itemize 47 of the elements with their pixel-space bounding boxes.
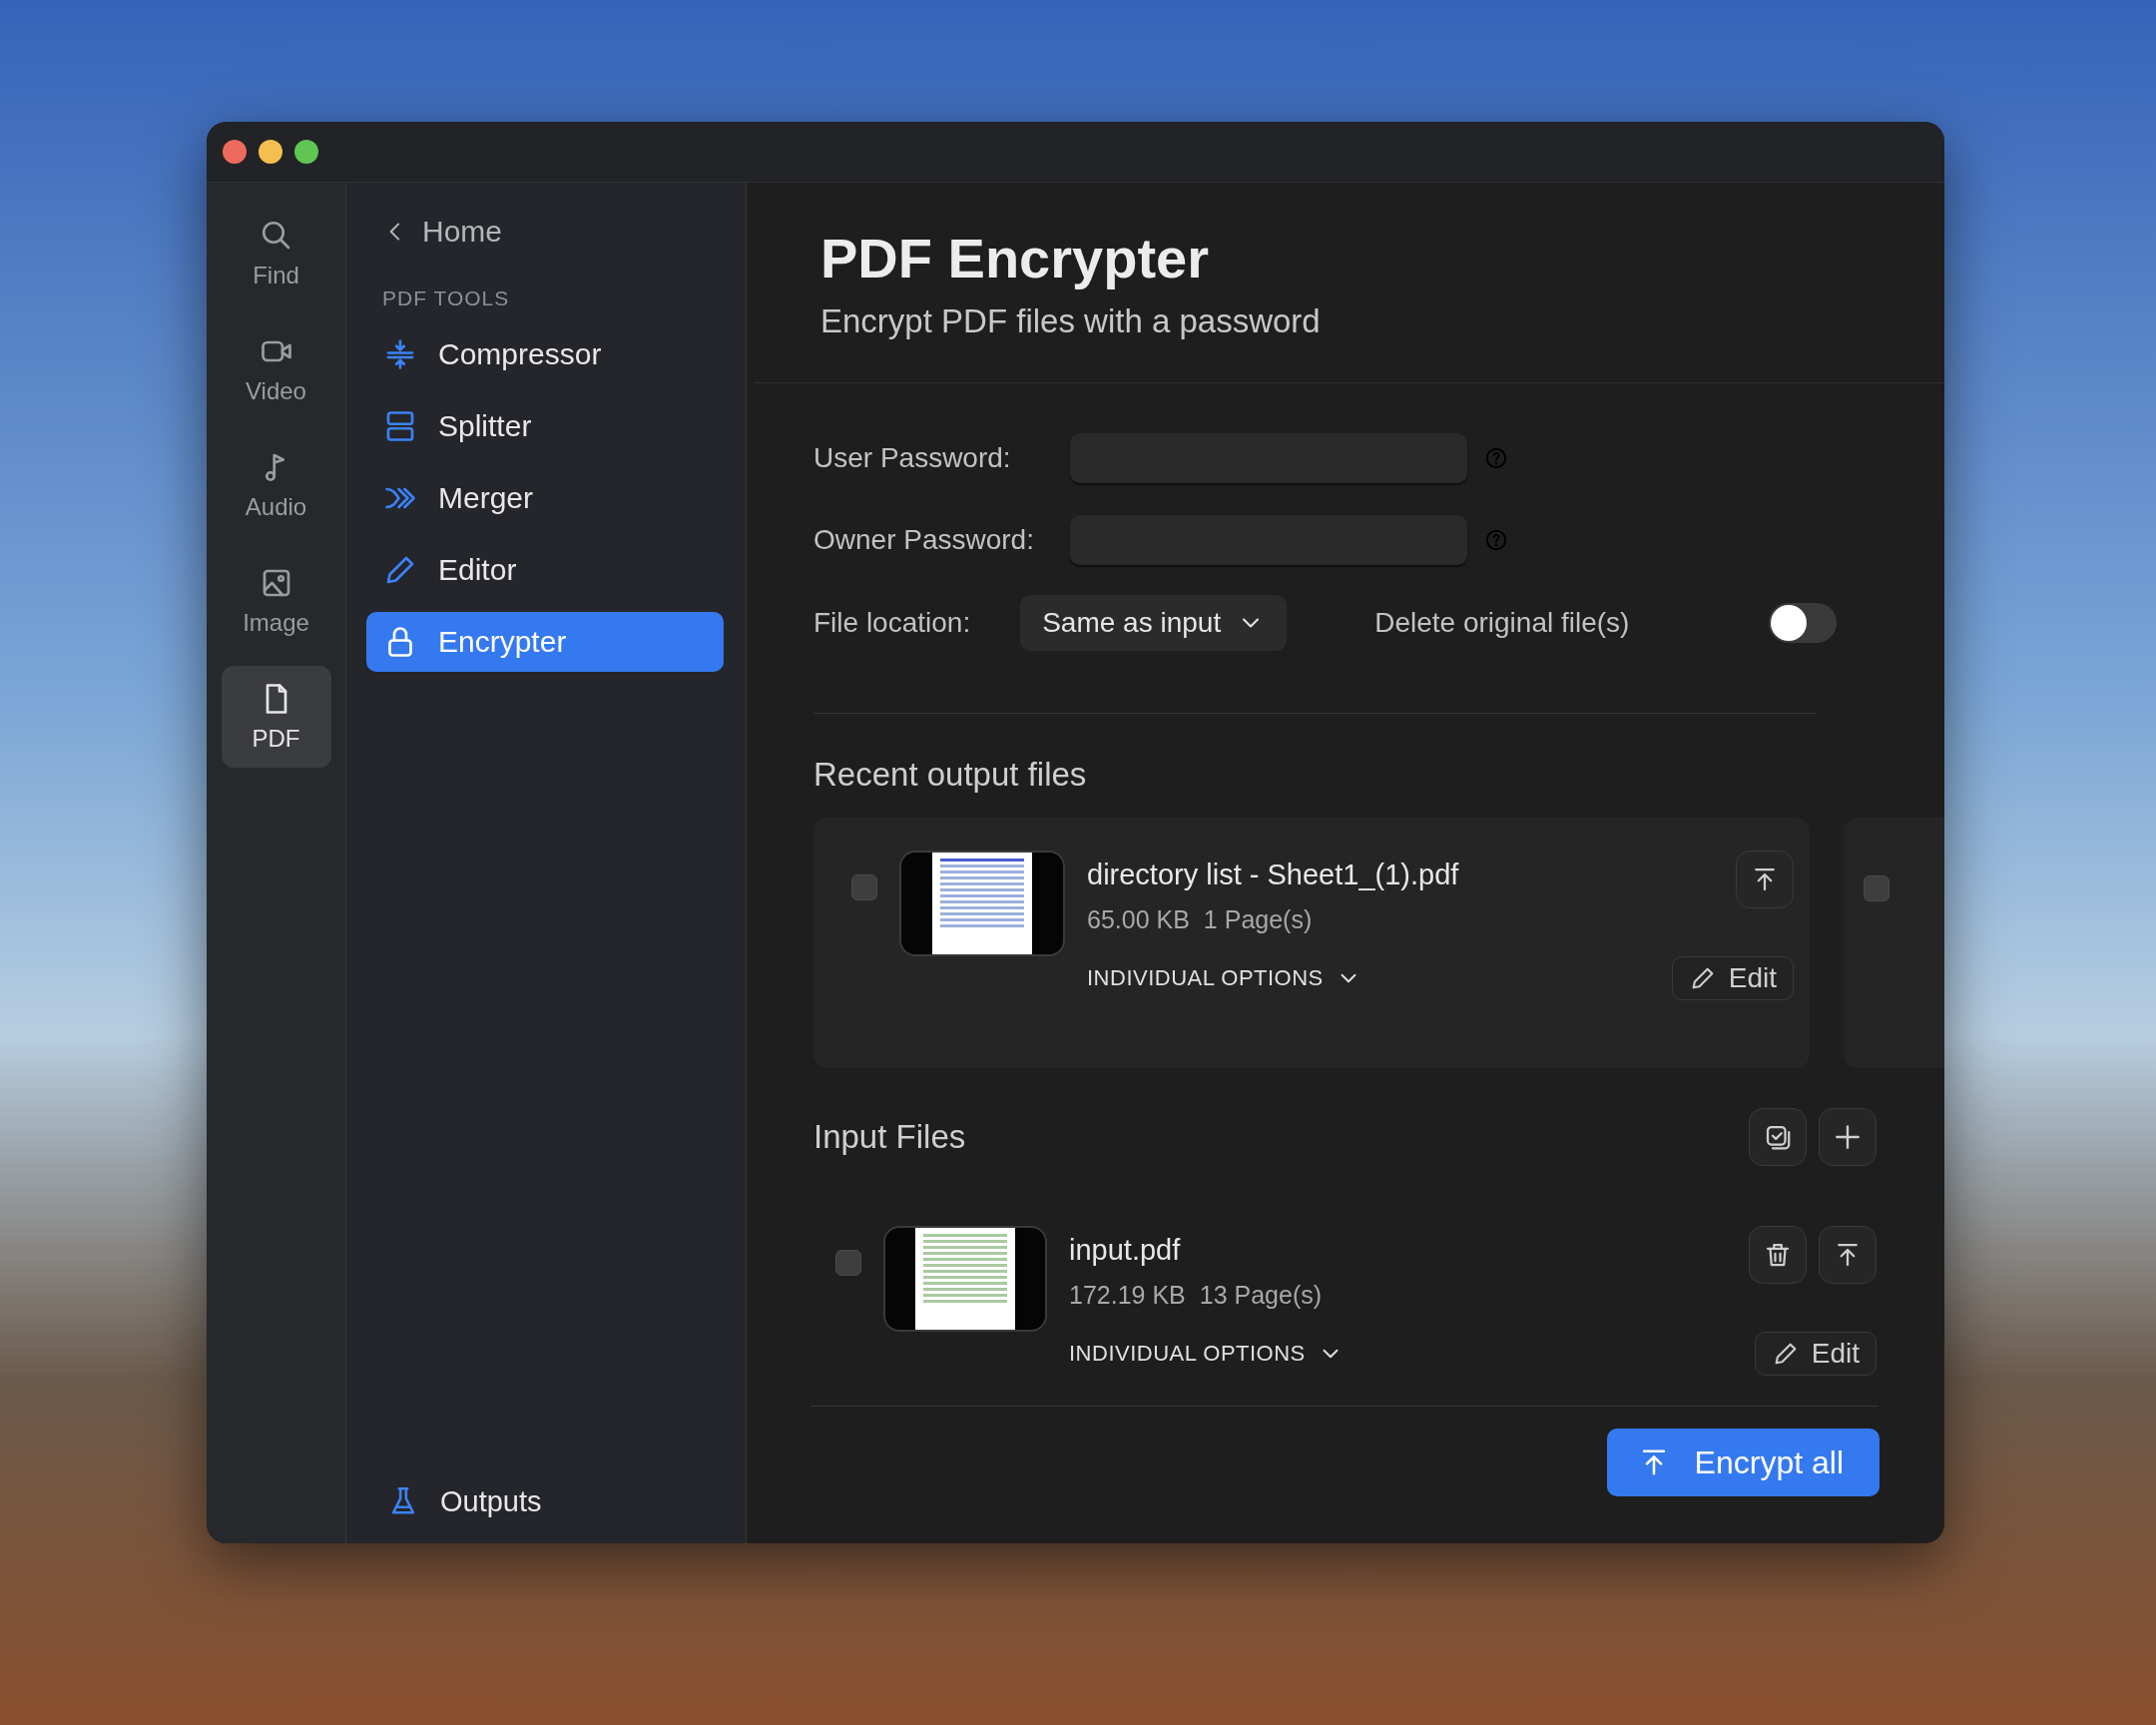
- edit-button[interactable]: Edit: [1671, 956, 1794, 1000]
- file-size: 172.19 KB: [1069, 1281, 1186, 1310]
- checkbox[interactable]: [835, 1250, 861, 1276]
- back-link[interactable]: Home: [366, 215, 503, 249]
- toggle-label: Delete original file(s): [1374, 607, 1630, 639]
- encrypt-all-button[interactable]: Encrypt all: [1606, 1429, 1880, 1496]
- sidebar-item[interactable]: Compressor: [366, 324, 724, 384]
- minimize-button[interactable]: [259, 140, 282, 164]
- sidebar-item[interactable]: Editor: [366, 540, 724, 600]
- individual-options-toggle[interactable]: INDIVIDUAL OPTIONS: [1087, 965, 1361, 991]
- section-heading: Recent output files: [813, 756, 1088, 794]
- rail-tab[interactable]: Find: [221, 203, 331, 304]
- zoom-button[interactable]: [294, 140, 318, 164]
- file-name: directory list - Sheet1_(1).pdf: [1087, 859, 1459, 891]
- page-title: PDF Encrypter: [820, 226, 1210, 290]
- checkbox[interactable]: [851, 874, 877, 900]
- select-all-button[interactable]: [1749, 1108, 1807, 1166]
- section-heading: PDF TOOLS: [382, 287, 511, 310]
- rail-tab[interactable]: Video: [221, 318, 331, 420]
- checkbox[interactable]: [1864, 875, 1889, 901]
- outputs-link[interactable]: Outputs: [366, 1483, 548, 1519]
- individual-options-toggle[interactable]: INDIVIDUAL OPTIONS: [1069, 1341, 1344, 1367]
- location-dropdown[interactable]: Same as input: [1020, 595, 1288, 651]
- toggle-switch[interactable]: [1769, 603, 1838, 643]
- page-subtitle: Encrypt PDF files with a password: [820, 302, 1322, 340]
- sidebar-item[interactable]: Splitter: [366, 396, 724, 456]
- rail-tab[interactable]: PDF: [221, 666, 331, 768]
- file-size: 65.00 KB: [1087, 905, 1190, 934]
- field-label: File location:: [813, 607, 971, 639]
- file-name: input.pdf: [1069, 1234, 1182, 1267]
- rail-tab[interactable]: Image: [221, 550, 331, 652]
- section-heading: Input Files: [813, 1118, 966, 1156]
- field-label: User Password:: [813, 442, 1012, 474]
- field-label: Owner Password:: [813, 524, 1034, 556]
- add-button[interactable]: [1819, 1108, 1877, 1166]
- page-count: 13 Page(s): [1199, 1281, 1323, 1310]
- upload-button[interactable]: [1819, 1226, 1877, 1284]
- page-count: 1 Page(s): [1203, 905, 1313, 934]
- edit-button[interactable]: Edit: [1754, 1332, 1877, 1376]
- user-password-field[interactable]: [1069, 433, 1467, 483]
- close-button[interactable]: [223, 140, 247, 164]
- sidebar-item[interactable]: Encrypter: [366, 612, 724, 672]
- delete-button[interactable]: [1749, 1226, 1807, 1284]
- rail-tab[interactable]: Audio: [221, 434, 331, 536]
- sidebar-item[interactable]: Merger: [366, 468, 724, 528]
- owner-password-field[interactable]: [1069, 515, 1467, 565]
- upload-button[interactable]: [1736, 851, 1794, 908]
